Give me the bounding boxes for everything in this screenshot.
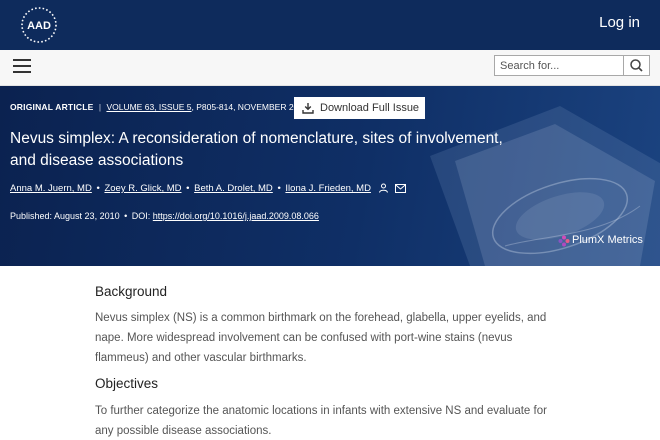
- volume-issue-link[interactable]: VOLUME 63, ISSUE 5: [106, 102, 191, 112]
- person-icon[interactable]: [378, 183, 389, 194]
- plumx-icon: [558, 235, 570, 247]
- login-link[interactable]: Log in: [599, 14, 640, 31]
- author-link[interactable]: Ilona J. Frieden, MD: [285, 183, 371, 194]
- menu-icon[interactable]: [13, 59, 31, 73]
- download-full-issue-button[interactable]: Download Full Issue: [294, 97, 425, 119]
- search-input[interactable]: [494, 55, 623, 76]
- article-header: ORIGINAL ARTICLE | VOLUME 63, ISSUE 5, P…: [0, 86, 660, 266]
- top-navigation-bar: AAD Log in: [0, 0, 660, 50]
- author-link[interactable]: Anna M. Juern, MD: [10, 183, 92, 194]
- background-heading: Background: [95, 284, 168, 299]
- pages-date: , P805-814, NOVEMBER 2010: [191, 102, 308, 112]
- download-label: Download Full Issue: [320, 102, 420, 114]
- objectives-heading: Objectives: [95, 376, 159, 391]
- published-date: Published: August 23, 2010: [10, 211, 120, 221]
- objectives-text: To further categorize the anatomic locat…: [95, 405, 547, 437]
- search-icon: [630, 59, 643, 72]
- publication-info: Published: August 23, 2010 • DOI: https:…: [10, 211, 319, 221]
- article-title: Nevus simplex: A reconsideration of nome…: [10, 130, 503, 169]
- author-list: Anna M. Juern, MD • Zoey R. Glick, MD • …: [10, 183, 407, 194]
- doi-label: DOI:: [131, 211, 151, 221]
- search-button[interactable]: [623, 55, 650, 76]
- aad-logo[interactable]: AAD: [20, 6, 58, 44]
- background-text: Nevus simplex (NS) is a common birthmark…: [95, 312, 547, 364]
- email-icon[interactable]: [395, 183, 407, 193]
- article-type: ORIGINAL ARTICLE: [10, 102, 94, 112]
- search-bar: [0, 50, 660, 86]
- download-icon: [302, 103, 314, 114]
- author-link[interactable]: Zoey R. Glick, MD: [104, 183, 181, 194]
- article-meta: ORIGINAL ARTICLE | VOLUME 63, ISSUE 5, P…: [10, 102, 308, 112]
- author-link[interactable]: Beth A. Drolet, MD: [194, 183, 273, 194]
- plumx-label: PlumX Metrics: [572, 234, 643, 246]
- meta-separator: |: [98, 102, 102, 112]
- doi-link[interactable]: https://doi.org/10.1016/j.jaad.2009.08.0…: [153, 211, 319, 221]
- logo-text: AAD: [27, 20, 51, 32]
